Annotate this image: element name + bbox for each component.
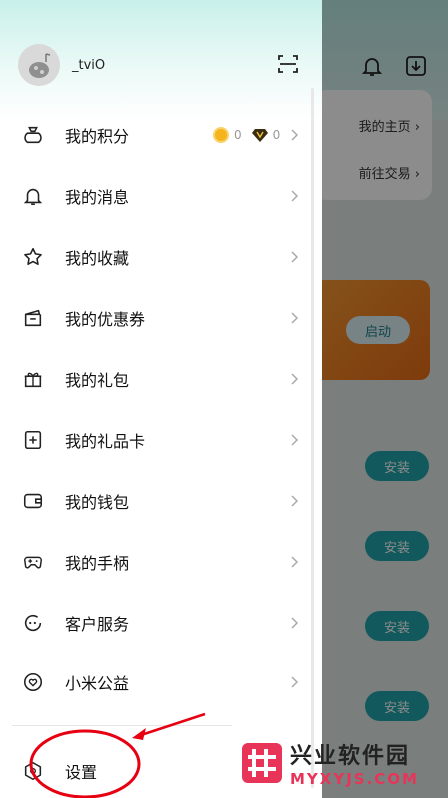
gift-icon <box>24 372 42 388</box>
menu-item-label: 我的礼包 <box>65 371 130 390</box>
menu-item-label: 小米公益 <box>65 674 130 693</box>
scan-icon[interactable] <box>276 52 300 76</box>
menu-item-label: 我的消息 <box>65 188 130 207</box>
menu-item-wallet[interactable]: 我的钱包 <box>0 475 322 527</box>
menu-item-label: 我的优惠券 <box>65 310 146 329</box>
wallet-icon <box>23 493 43 509</box>
menu-item-points[interactable]: 我的积分 0 0 <box>0 109 322 161</box>
menu-item-messages[interactable]: 我的消息 <box>0 170 322 222</box>
chevron-right-icon <box>291 617 299 629</box>
chevron-right-icon <box>291 190 299 202</box>
divider <box>12 725 232 726</box>
menu-item-coupons[interactable]: 我的优惠券 <box>0 292 322 344</box>
menu-item-customer-service[interactable]: 客户服务 <box>0 597 322 649</box>
profile[interactable]: _tviO <box>18 44 105 86</box>
menu-item-label: 我的收藏 <box>65 249 130 268</box>
coupon-icon <box>24 309 42 327</box>
chevron-right-icon <box>291 129 299 141</box>
watermark-title: 兴业软件园 <box>290 744 411 769</box>
watermark: 兴业软件园 MYXYJS.COM <box>242 738 419 788</box>
diamond-icon <box>251 129 268 142</box>
menu-item-label: 我的积分 <box>65 127 130 146</box>
settings-hexagon-icon <box>24 761 42 781</box>
menu-item-label: 我的礼品卡 <box>65 432 146 451</box>
username: _tviO <box>72 57 106 73</box>
side-drawer: _tviO 我的积分 0 0 我的消息 我的收藏 我的优惠券 我的礼包 我的礼品… <box>0 0 322 798</box>
star-icon <box>24 247 42 266</box>
chevron-right-icon <box>291 556 299 568</box>
menu-item-gift-cards[interactable]: 我的礼品卡 <box>0 414 322 466</box>
points-summary: 0 0 <box>213 127 280 143</box>
menu-item-label: 我的手柄 <box>65 554 130 573</box>
gamepad-icon <box>24 556 42 569</box>
chevron-right-icon <box>291 495 299 507</box>
menu-item-label: 设置 <box>65 763 98 782</box>
menu-item-label: 客户服务 <box>65 615 130 634</box>
diamond-count: 0 <box>272 128 281 142</box>
chevron-right-icon <box>291 312 299 324</box>
menu-item-gift-packs[interactable]: 我的礼包 <box>0 353 322 405</box>
chevron-right-icon <box>291 373 299 385</box>
chevron-right-icon <box>291 434 299 446</box>
watermark-logo-icon <box>242 743 282 783</box>
coin-icon <box>213 127 229 143</box>
menu-item-charity[interactable]: 小米公益 <box>0 656 322 708</box>
charity-heart-icon <box>23 672 43 692</box>
avatar[interactable] <box>18 44 60 86</box>
coin-count: 0 <box>234 128 242 142</box>
customer-service-icon <box>24 614 42 632</box>
chevron-right-icon <box>291 676 299 688</box>
menu-item-label: 我的钱包 <box>65 493 130 512</box>
chevron-right-icon <box>291 251 299 263</box>
watermark-url: MYXYJS.COM <box>290 770 419 788</box>
bell-icon <box>23 188 43 206</box>
menu-item-favorites[interactable]: 我的收藏 <box>0 231 322 283</box>
points-bag-icon <box>24 126 42 144</box>
gift-card-icon <box>24 430 42 450</box>
menu-item-gamepad[interactable]: 我的手柄 <box>0 536 322 588</box>
